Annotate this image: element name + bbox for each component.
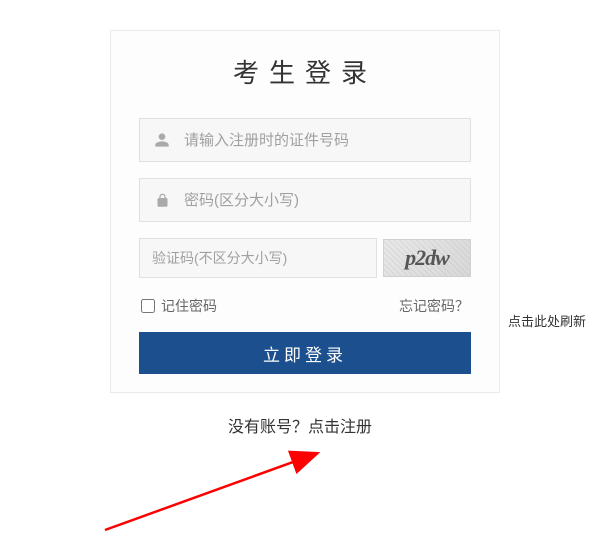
remember-label: 记住密码 [161,296,217,316]
captcha-input-wrap [139,238,377,278]
login-button[interactable]: 立即登录 [139,332,471,374]
remember-checkbox[interactable] [141,299,155,313]
username-input[interactable] [184,119,470,161]
forgot-password-link[interactable]: 忘记密码？ [399,296,469,316]
options-row: 记住密码 忘记密码？ [139,296,471,316]
login-card: 考生登录 p2dw 记住密码 忘记密码？ 立即登录 [110,30,500,393]
password-group [139,178,471,222]
register-prefix: 没有账号？ [228,419,308,436]
annotation-arrow-icon [100,445,340,535]
captcha-row: p2dw [139,238,471,278]
username-group [139,118,471,162]
captcha-refresh-link[interactable]: 点击此处刷新 [508,311,586,330]
remember-label-wrap[interactable]: 记住密码 [141,296,217,316]
register-link[interactable]: 点击注册 [308,419,372,436]
lock-icon [140,193,184,208]
password-input[interactable] [184,179,470,221]
page-title: 考生登录 [139,53,471,90]
register-row: 没有账号？点击注册 [0,413,600,437]
captcha-image[interactable]: p2dw [383,239,471,277]
user-icon [140,132,184,148]
captcha-input[interactable] [140,239,376,277]
